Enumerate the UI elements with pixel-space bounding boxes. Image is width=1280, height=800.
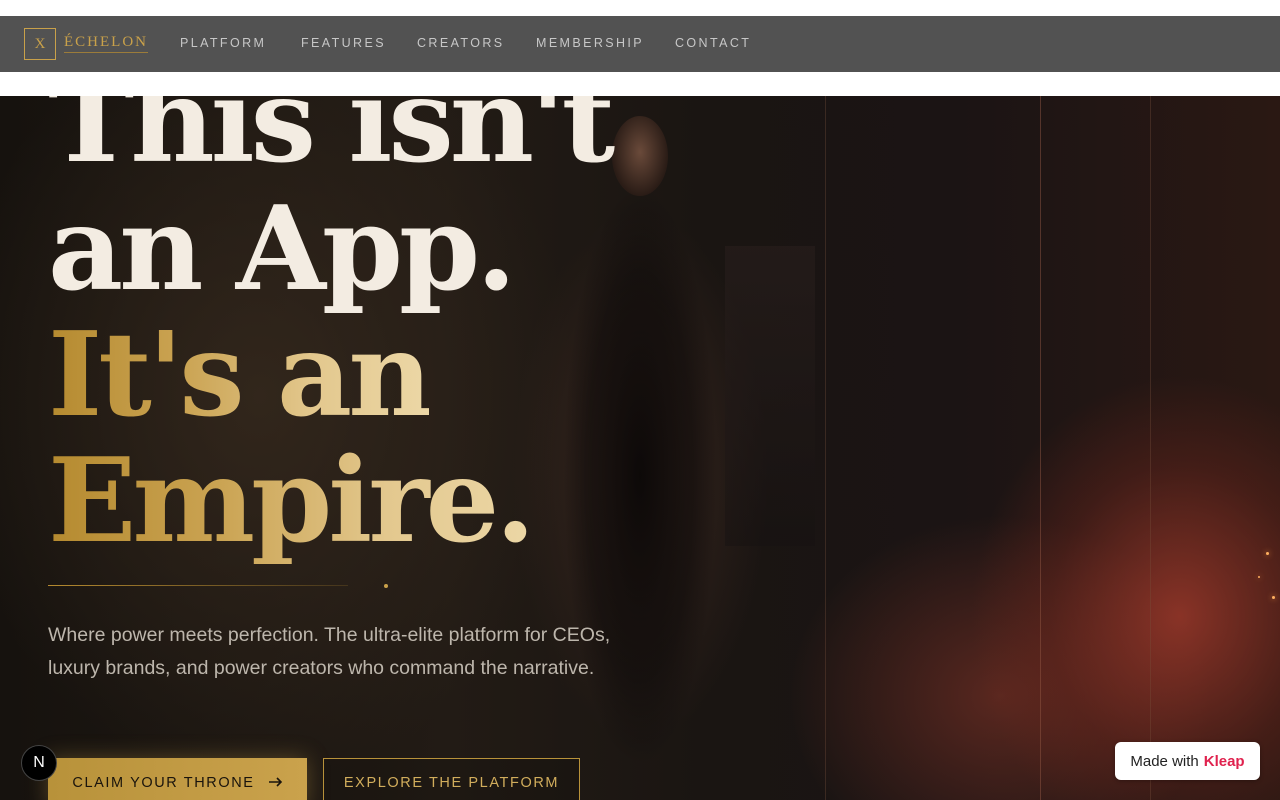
nav-platform[interactable]: PLATFORM (180, 36, 266, 50)
woman-silhouette (540, 96, 740, 800)
explore-platform-button[interactable]: EXPLORE THE PLATFORM (323, 758, 580, 800)
ember-light (1258, 576, 1260, 578)
nav-features[interactable]: FEATURES (301, 36, 386, 50)
claim-throne-button[interactable]: CLAIM YOUR THRONE (48, 758, 307, 800)
hero-subtext: Where power meets perfection. The ultra-… (48, 624, 611, 679)
n-logo-badge[interactable]: N (21, 745, 57, 781)
nav-creators[interactable]: CREATORS (417, 36, 505, 50)
headline-line-3: It's an (48, 307, 433, 443)
arrow-right-icon (268, 775, 283, 791)
kleap-brand-label: Kleap (1203, 752, 1245, 770)
window-frame-line (825, 96, 826, 800)
ember-light (1266, 552, 1269, 555)
made-with-kleap-badge[interactable]: Made with Kleap (1115, 742, 1260, 780)
nav-membership[interactable]: MEMBERSHIP (536, 36, 644, 50)
logo-mark[interactable]: X (24, 28, 56, 60)
claim-throne-label: CLAIM YOUR THRONE (72, 775, 255, 791)
window-frame-line (1040, 96, 1041, 800)
headline-line-4: Empire. (48, 433, 536, 569)
made-with-label: Made with (1130, 752, 1199, 770)
explore-platform-label: EXPLORE THE PLATFORM (343, 775, 560, 791)
top-navigation: X ÉCHELON PLATFORM FEATURES CREATORS MEM… (0, 16, 1280, 72)
ember-light (1272, 596, 1275, 599)
headline-clip-strip (0, 72, 1280, 96)
window-frame-line (1150, 96, 1151, 800)
logo-wordmark[interactable]: ÉCHELON (64, 34, 148, 53)
top-strip (0, 0, 1280, 16)
woman-head (612, 116, 668, 196)
divider-dot (384, 584, 388, 588)
nav-contact[interactable]: CONTACT (675, 36, 751, 50)
gold-divider (48, 585, 348, 586)
headline-line-2: an App. (48, 181, 516, 317)
